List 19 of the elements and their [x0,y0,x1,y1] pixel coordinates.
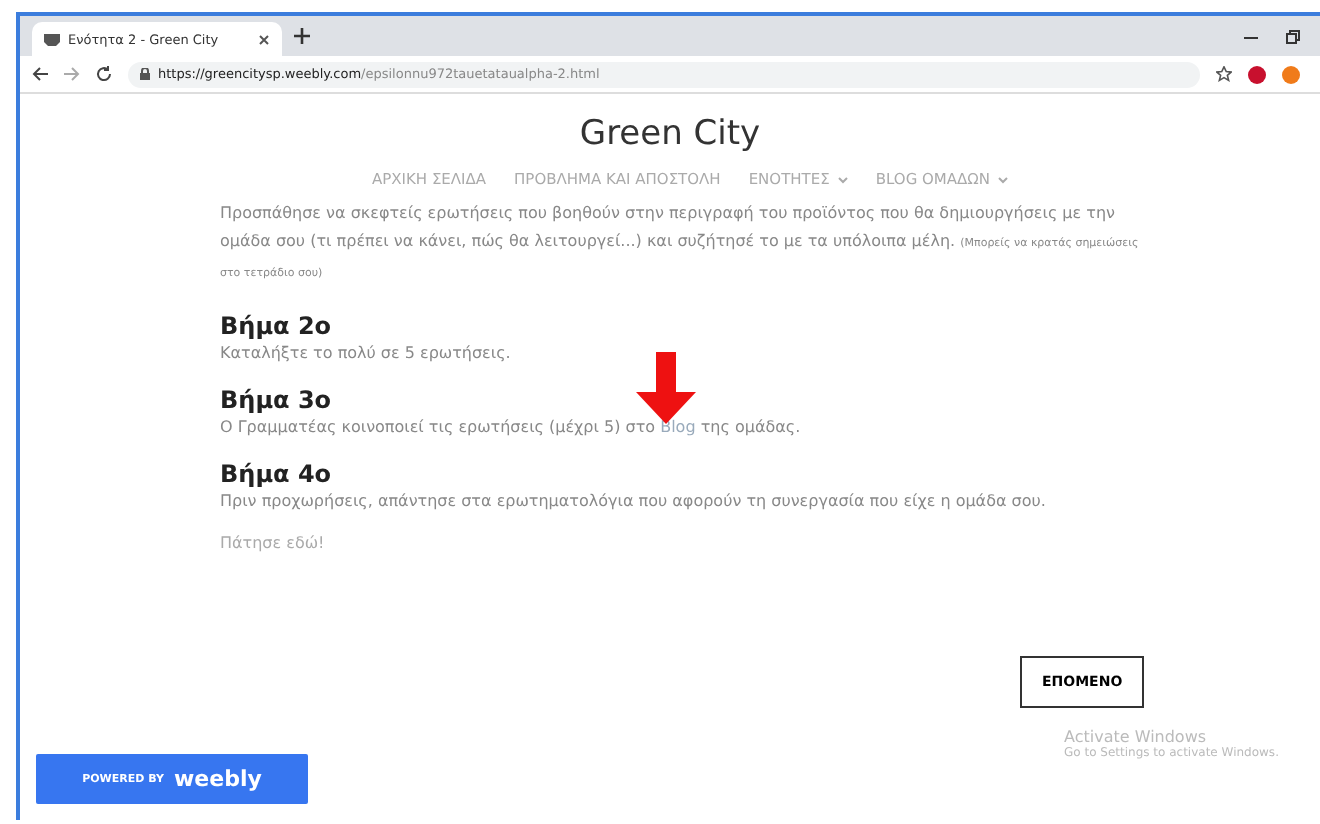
extension-icon[interactable] [1248,65,1266,83]
new-tab-icon[interactable] [294,28,310,44]
back-icon[interactable] [32,66,48,82]
arrow-icon [636,352,696,424]
step-text: Πριν προχωρήσεις, απάντησε στα ερωτηματολόγια που αφορούν τη συνεργασία που είχε η ομάδα σου. [220,492,1048,510]
step-heading: Βήμα 2ο [220,312,334,340]
close-icon[interactable] [258,33,270,45]
star-icon[interactable] [1216,66,1232,82]
step-heading: Βήμα 4ο [220,460,334,488]
step-heading: Βήμα 3ο [220,386,334,414]
press-here-link[interactable]: Πάτησε εδώ! [220,534,325,552]
step-text: Καταλήξτε το πολύ σε 5 ερωτήσεις. [220,344,513,362]
reload-icon[interactable] [96,66,112,82]
restore-icon[interactable] [1286,29,1300,43]
site-icon [44,33,60,45]
site-title[interactable]: Green City [20,114,1320,154]
lock-icon [140,68,150,80]
profile-icon[interactable] [1282,65,1300,83]
activation-title: Activate Windows [1064,728,1209,746]
